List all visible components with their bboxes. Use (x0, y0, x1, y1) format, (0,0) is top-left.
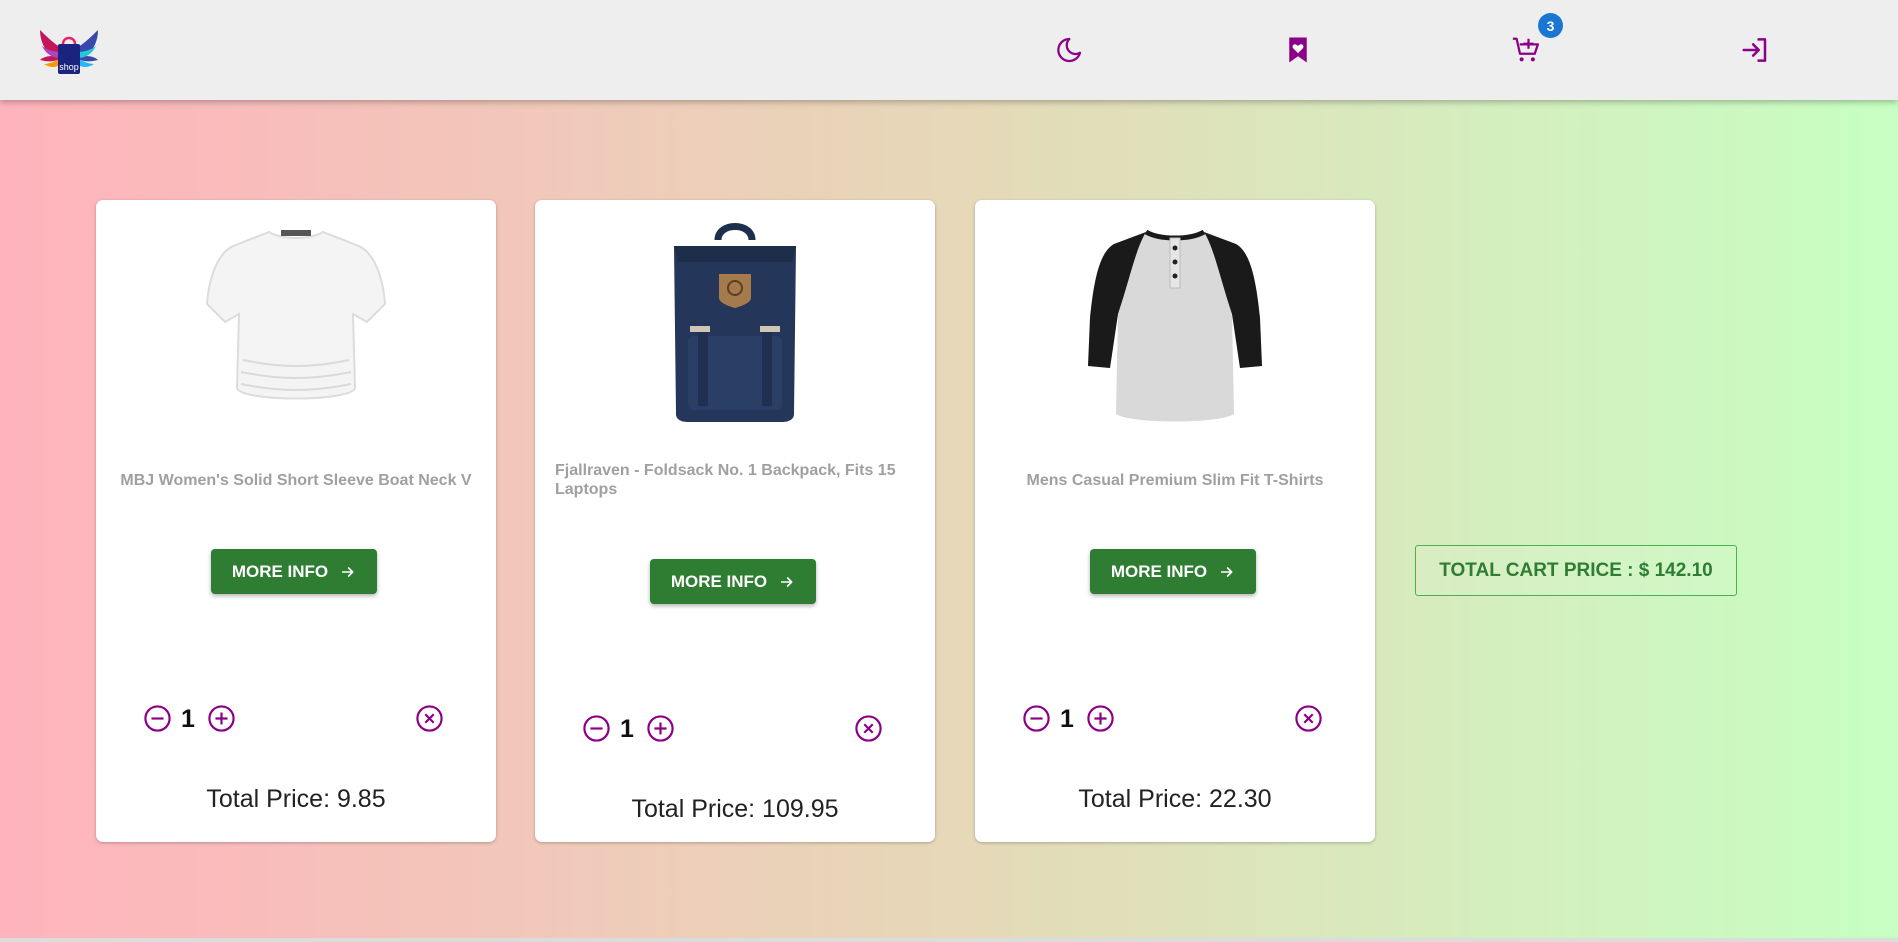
product-image-backpack (674, 223, 796, 422)
item-total-price: Total Price: 22.30 (1078, 785, 1272, 813)
increase-quantity-button[interactable] (646, 714, 675, 743)
more-info-button[interactable]: MORE INFO (1090, 549, 1256, 594)
cart-total-price: TOTAL CART PRICE : $ 142.10 (1415, 545, 1737, 596)
cart-button[interactable] (1510, 34, 1542, 66)
wishlist-button[interactable] (1282, 34, 1314, 66)
quantity-value: 1 (181, 705, 195, 733)
more-info-label: MORE INFO (1110, 561, 1208, 581)
cart-count-badge: 3 (1538, 13, 1563, 38)
quantity-value: 1 (620, 715, 634, 743)
increase-quantity-button[interactable] (1086, 704, 1115, 733)
product-title: Mens Casual Premium Slim Fit T-Shirts (1026, 472, 1324, 489)
arrow-right-icon (1221, 566, 1233, 577)
minus-circle-icon (583, 715, 610, 742)
plus-circle-icon (1087, 705, 1114, 732)
moon-icon (1057, 37, 1082, 63)
logo-text: shop (59, 62, 79, 72)
dark-mode-toggle[interactable] (1053, 34, 1085, 66)
product-title: Fjallraven - Foldsack No. 1 Backpack, Fi… (555, 462, 896, 498)
decrease-quantity-button[interactable] (582, 714, 611, 743)
cart-item-card: Mens Casual Premium Slim Fit T-Shirts MO… (975, 200, 1375, 842)
close-circle-icon (416, 705, 443, 732)
remove-item-button[interactable] (1294, 704, 1323, 733)
more-info-button[interactable]: MORE INFO (211, 549, 377, 594)
quantity-stepper: 1 (582, 714, 888, 744)
minus-circle-icon (144, 705, 171, 732)
quantity-value: 1 (1060, 705, 1074, 733)
page-bottom-edge (0, 938, 1898, 942)
minus-circle-icon (1023, 705, 1050, 732)
shop-logo[interactable]: shop (38, 28, 100, 78)
item-total-price: Total Price: 9.85 (206, 785, 386, 813)
more-info-label: MORE INFO (231, 561, 329, 581)
login-button[interactable] (1739, 34, 1771, 66)
close-circle-icon (855, 715, 882, 742)
quantity-stepper: 1 (143, 704, 449, 734)
bookmark-heart-icon (1289, 37, 1307, 63)
remove-item-button[interactable] (854, 714, 883, 743)
close-circle-icon (1295, 705, 1322, 732)
remove-item-button[interactable] (415, 704, 444, 733)
more-info-label: MORE INFO (670, 571, 768, 591)
plus-circle-icon (647, 715, 674, 742)
login-icon (1742, 38, 1767, 62)
cart-item-card: Fjallraven - Foldsack No. 1 Backpack, Fi… (535, 200, 935, 842)
arrow-right-icon (342, 566, 354, 577)
product-image-henley-shirt (1088, 229, 1262, 422)
arrow-right-icon (781, 576, 793, 587)
cart-plus-icon (1512, 37, 1539, 62)
more-info-button[interactable]: MORE INFO (650, 559, 816, 604)
product-title: MBJ Women's Solid Short Sleeve Boat Neck… (120, 472, 472, 489)
plus-circle-icon (208, 705, 235, 732)
product-image-white-top (205, 230, 387, 400)
decrease-quantity-button[interactable] (143, 704, 172, 733)
item-total-price: Total Price: 109.95 (631, 795, 839, 823)
top-navbar: shop 3 (0, 0, 1898, 100)
cart-item-card: MBJ Women's Solid Short Sleeve Boat Neck… (96, 200, 496, 842)
decrease-quantity-button[interactable] (1022, 704, 1051, 733)
increase-quantity-button[interactable] (207, 704, 236, 733)
quantity-stepper: 1 (1022, 704, 1328, 734)
